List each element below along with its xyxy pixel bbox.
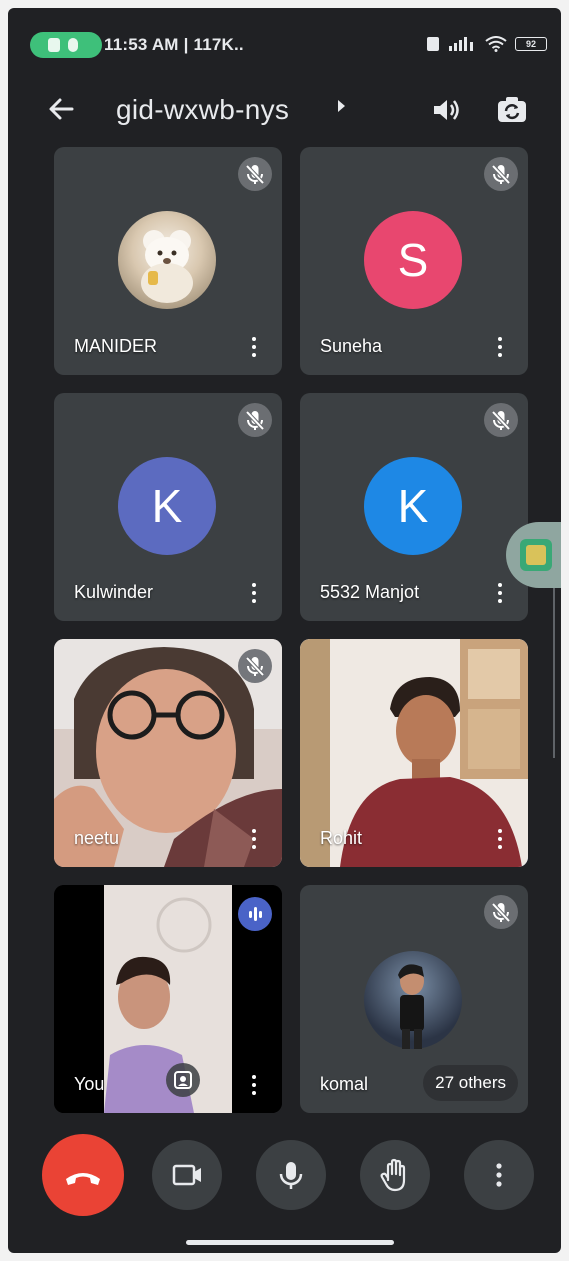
self-view-tile[interactable]: You bbox=[54, 885, 282, 1113]
mic-indicator-icon bbox=[68, 38, 78, 52]
switch-camera-icon[interactable] bbox=[494, 92, 530, 128]
avatar-photo bbox=[398, 964, 424, 1049]
battery-icon: 92 bbox=[515, 37, 547, 51]
participant-name: Suneha bbox=[320, 336, 383, 356]
others-count-chip[interactable]: 27 others bbox=[423, 1065, 518, 1101]
microphone-icon bbox=[279, 1162, 303, 1189]
battery-level: 92 bbox=[525, 39, 536, 49]
more-vert-icon[interactable] bbox=[490, 333, 510, 361]
mic-toggle-button[interactable] bbox=[256, 1140, 326, 1210]
participant-name: neetu bbox=[74, 828, 120, 848]
sticker-icon bbox=[520, 539, 552, 571]
mic-off-icon bbox=[238, 157, 272, 191]
more-vert-icon[interactable] bbox=[244, 1071, 264, 1099]
more-vert-icon[interactable] bbox=[244, 333, 264, 361]
meeting-header: gid-wxwb-nys bbox=[8, 78, 561, 138]
meeting-code[interactable]: gid-wxwb-nys bbox=[116, 94, 289, 126]
status-time: 11:53 AM | 117K.. bbox=[104, 35, 244, 54]
mic-off-icon bbox=[238, 403, 272, 437]
end-call-button[interactable] bbox=[42, 1134, 124, 1216]
mic-off-icon bbox=[238, 649, 272, 683]
wifi-icon bbox=[485, 36, 507, 52]
meet-call-screen: 11:53 AM | 117K.. 92 gid-wxwb-nys MANIDE… bbox=[8, 8, 561, 1253]
more-options-button[interactable] bbox=[464, 1140, 534, 1210]
participant-name: komal bbox=[320, 1074, 369, 1094]
speaking-indicator-icon bbox=[238, 897, 272, 931]
camera-toggle-button[interactable] bbox=[152, 1140, 222, 1210]
ongoing-call-pill[interactable] bbox=[30, 32, 102, 58]
teddy-bear-photo bbox=[141, 230, 193, 303]
status-bar: 11:53 AM | 117K.. 92 bbox=[8, 8, 561, 66]
back-arrow-icon[interactable] bbox=[44, 92, 78, 126]
sim-icon bbox=[427, 37, 439, 51]
status-icons: 92 bbox=[427, 36, 547, 52]
participant-name: 5532 Manjot bbox=[320, 582, 420, 602]
mic-off-icon bbox=[484, 157, 518, 191]
signal-icon bbox=[449, 37, 473, 51]
raise-hand-button[interactable] bbox=[360, 1140, 430, 1210]
more-vert-icon[interactable] bbox=[244, 825, 264, 853]
hand-icon bbox=[380, 1158, 406, 1192]
participant-tile[interactable]: K 5532 Manjot bbox=[300, 393, 528, 621]
hang-up-icon bbox=[66, 1173, 100, 1185]
mic-off-icon bbox=[484, 403, 518, 437]
avatar-initial: K bbox=[364, 457, 462, 555]
home-indicator[interactable] bbox=[186, 1240, 394, 1245]
call-indicator-icon bbox=[48, 38, 60, 52]
participant-tile-active[interactable]: Rohit bbox=[300, 639, 528, 867]
participant-name: You bbox=[74, 1074, 105, 1094]
participant-name: MANIDER bbox=[74, 336, 158, 356]
participant-tile[interactable]: MANIDER bbox=[54, 147, 282, 375]
participant-name: Rohit bbox=[320, 828, 363, 848]
more-vert-icon[interactable] bbox=[244, 579, 264, 607]
video-camera-icon bbox=[172, 1164, 201, 1186]
speaker-icon[interactable] bbox=[428, 92, 464, 128]
more-vert-icon bbox=[496, 1163, 502, 1187]
avatar bbox=[364, 951, 462, 1049]
effects-icon[interactable] bbox=[166, 1063, 200, 1097]
more-vert-icon[interactable] bbox=[490, 579, 510, 607]
participant-tile[interactable]: komal 27 others bbox=[300, 885, 528, 1113]
avatar bbox=[118, 211, 216, 309]
participant-tile[interactable]: neetu bbox=[54, 639, 282, 867]
dropdown-arrow-icon[interactable] bbox=[338, 100, 345, 112]
avatar-initial: S bbox=[364, 211, 462, 309]
mic-off-icon bbox=[484, 895, 518, 929]
more-vert-icon[interactable] bbox=[490, 825, 510, 853]
scroll-track[interactable] bbox=[553, 588, 555, 758]
participant-name: Kulwinder bbox=[74, 582, 154, 602]
participant-tile[interactable]: K Kulwinder bbox=[54, 393, 282, 621]
avatar-initial: K bbox=[118, 457, 216, 555]
participant-tile[interactable]: S Suneha bbox=[300, 147, 528, 375]
